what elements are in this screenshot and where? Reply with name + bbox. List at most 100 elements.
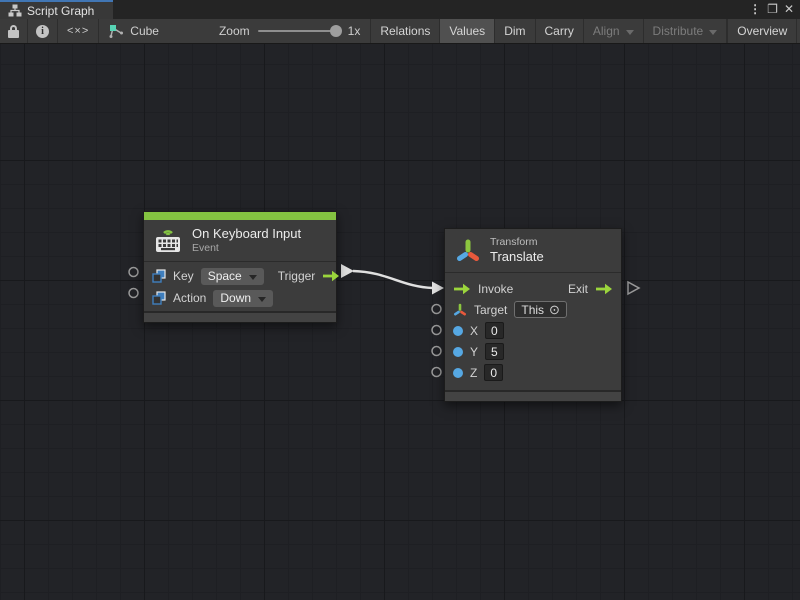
row-key: Key Space Trigger xyxy=(144,265,336,287)
chevron-down-icon xyxy=(258,297,266,302)
node-header[interactable]: On Keyboard Input Event xyxy=(144,220,336,261)
graph-hierarchy-icon xyxy=(8,4,22,17)
zoom-slider[interactable] xyxy=(258,30,340,32)
row-y: Y 5 xyxy=(445,341,621,362)
wire-arrowhead-icon xyxy=(432,282,444,295)
zoom-label: Zoom xyxy=(219,24,250,38)
action-port-label: Action xyxy=(173,291,206,305)
trigger-arrow-icon xyxy=(322,270,340,282)
toolbar-button-relations[interactable]: Relations xyxy=(370,19,440,43)
tab-bar-spacer xyxy=(113,0,749,19)
row-z: Z 0 xyxy=(445,362,621,383)
port-key-input[interactable] xyxy=(129,268,138,277)
window-maximize-icon[interactable]: ❐ xyxy=(767,0,778,19)
invoke-arrow-icon xyxy=(453,283,471,295)
node-footer xyxy=(144,311,336,322)
target-port-label: Target xyxy=(474,303,507,317)
window-menu-icon[interactable]: ⋮ xyxy=(749,0,761,19)
button-label: Distribute xyxy=(653,24,704,38)
toolbar-button-align[interactable]: Align xyxy=(584,19,644,43)
row-x: X 0 xyxy=(445,320,621,341)
window-close-icon[interactable]: ✕ xyxy=(784,0,794,19)
trigger-port-label: Trigger xyxy=(278,269,316,283)
lock-button[interactable] xyxy=(0,19,28,43)
node-title: On Keyboard Input xyxy=(192,226,301,242)
node-subtitle: Event xyxy=(192,242,301,255)
button-label: Overview xyxy=(737,24,787,38)
y-value-input[interactable]: 5 xyxy=(485,343,504,360)
row-target: Target This ⊙ xyxy=(445,299,621,320)
float-port-icon xyxy=(453,326,463,336)
toolbar-button-values[interactable]: Values xyxy=(440,19,495,43)
node-translate[interactable]: Transform Translate Invoke Exit xyxy=(444,228,622,402)
tab-title: Script Graph xyxy=(27,4,94,18)
info-button[interactable]: i xyxy=(28,19,58,43)
event-accent-strip xyxy=(144,212,336,220)
float-port-icon xyxy=(453,347,463,357)
toolbar-button-dim[interactable]: Dim xyxy=(495,19,535,43)
wire-trigger-to-invoke[interactable] xyxy=(353,271,433,288)
target-value: This xyxy=(521,303,544,317)
enum-icon xyxy=(152,291,166,305)
key-dropdown-value: Space xyxy=(208,269,242,284)
row-invoke: Invoke Exit xyxy=(445,278,621,299)
invoke-port-label: Invoke xyxy=(478,282,513,296)
z-port-label: Z xyxy=(470,366,477,380)
info-icon: i xyxy=(36,25,49,38)
transform-gizmo-small-icon xyxy=(453,303,467,317)
window-tab-bar: Script Graph ⋮ ❐ ✕ xyxy=(0,0,800,19)
graph-toolbar: i <×> Cube Zoom 1x Relations Values Dim … xyxy=(0,19,800,44)
node-on-keyboard-input[interactable]: On Keyboard Input Event Key Space Trig xyxy=(143,211,337,323)
toolbar-button-carry[interactable]: Carry xyxy=(536,19,584,43)
edit-source-button[interactable]: <×> xyxy=(58,19,99,43)
graph-breadcrumb[interactable]: Cube xyxy=(99,19,169,43)
zoom-value: 1x xyxy=(348,24,361,38)
scene-reference-icon: ⊙ xyxy=(549,302,560,317)
action-dropdown[interactable]: Down xyxy=(213,290,273,307)
x-port-label: X xyxy=(470,324,478,338)
code-icon: <×> xyxy=(67,25,89,37)
target-this-button[interactable]: This ⊙ xyxy=(514,301,567,318)
lock-icon xyxy=(8,25,19,38)
wire-layer xyxy=(0,44,800,600)
port-target-input[interactable] xyxy=(432,305,441,314)
toolbar-button-overview[interactable]: Overview xyxy=(728,19,797,43)
port-z-input[interactable] xyxy=(432,368,441,377)
float-port-icon xyxy=(453,368,463,378)
button-label: Values xyxy=(449,24,485,38)
node-title: Translate xyxy=(490,249,544,265)
exit-arrow-icon xyxy=(595,283,613,295)
z-value-input[interactable]: 0 xyxy=(484,364,503,381)
chevron-down-icon xyxy=(249,275,257,280)
y-port-label: Y xyxy=(470,345,478,359)
button-label: Align xyxy=(593,24,620,38)
graph-canvas[interactable]: On Keyboard Input Event Key Space Trig xyxy=(0,44,800,600)
breadcrumb-label: Cube xyxy=(130,24,159,38)
enum-icon xyxy=(152,269,166,283)
button-label: Relations xyxy=(380,24,430,38)
port-exit-output[interactable] xyxy=(628,282,639,294)
key-dropdown[interactable]: Space xyxy=(201,268,264,285)
exit-port-label: Exit xyxy=(568,282,588,296)
key-port-label: Key xyxy=(173,269,194,283)
toolbar-button-distribute[interactable]: Distribute xyxy=(644,19,728,43)
graph-node-icon xyxy=(109,24,124,39)
button-label: Carry xyxy=(545,24,574,38)
node-footer xyxy=(445,390,621,401)
action-dropdown-value: Down xyxy=(220,291,251,306)
node-category: Transform xyxy=(490,236,544,249)
zoom-slider-handle[interactable] xyxy=(330,25,342,37)
chevron-down-icon xyxy=(626,30,634,35)
port-y-input[interactable] xyxy=(432,347,441,356)
row-action: Action Down xyxy=(144,287,336,309)
tab-script-graph[interactable]: Script Graph xyxy=(0,0,113,19)
keyboard-icon xyxy=(153,227,183,254)
port-trigger-output[interactable] xyxy=(341,264,354,278)
chevron-down-icon xyxy=(709,30,717,35)
x-value-input[interactable]: 0 xyxy=(485,322,504,339)
port-action-input[interactable] xyxy=(129,289,138,298)
button-label: Dim xyxy=(504,24,525,38)
node-header[interactable]: Transform Translate xyxy=(445,229,621,272)
port-x-input[interactable] xyxy=(432,326,441,335)
toolbar-flex-space: Zoom 1x xyxy=(169,19,370,43)
